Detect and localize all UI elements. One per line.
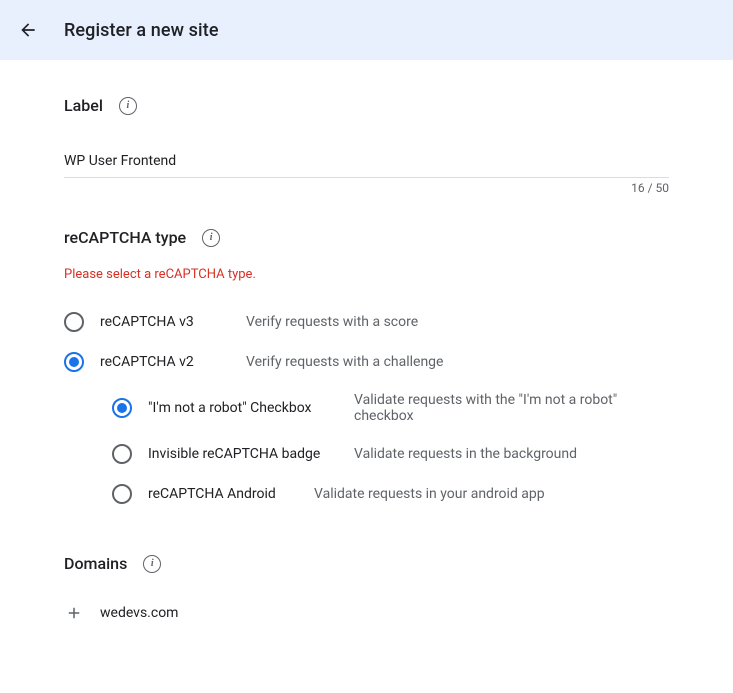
radio-button-icon	[64, 352, 84, 372]
label-char-count: 16 / 50	[631, 181, 669, 195]
page-title: Register a new site	[64, 20, 219, 41]
radio-button-inner-icon	[69, 357, 79, 367]
radio-v2-invisible[interactable]: Invisible reCAPTCHA badge Validate reque…	[64, 434, 669, 474]
radio-button-inner-icon	[117, 403, 127, 413]
radio-button-icon	[64, 312, 84, 332]
domain-add-row: wedevs.com	[64, 593, 669, 633]
radio-hint: Validate requests in your android app	[314, 486, 545, 502]
domain-item[interactable]: wedevs.com	[100, 605, 178, 621]
domains-section: Domains i wedevs.com	[64, 554, 669, 633]
radio-label: reCAPTCHA v3	[100, 314, 230, 330]
plus-icon[interactable]	[64, 603, 84, 623]
radio-label: reCAPTCHA v2	[100, 354, 230, 370]
radio-label: "I'm not a robot" Checkbox	[148, 400, 338, 416]
radio-v2-checkbox[interactable]: "I'm not a robot" Checkbox Validate requ…	[64, 382, 669, 434]
radio-v2-android[interactable]: reCAPTCHA Android Validate requests in y…	[64, 474, 669, 514]
radio-hint: Verify requests with a score	[246, 314, 418, 330]
info-icon[interactable]: i	[119, 97, 137, 115]
label-section-title: Label	[64, 96, 103, 115]
radio-recaptcha-v2[interactable]: reCAPTCHA v2 Verify requests with a chal…	[64, 342, 669, 382]
domains-section-header: Domains i	[64, 554, 669, 573]
radio-button-icon	[112, 444, 132, 464]
info-icon[interactable]: i	[202, 229, 220, 247]
radio-button-icon	[112, 398, 132, 418]
recaptcha-error-text: Please select a reCAPTCHA type.	[64, 267, 669, 282]
radio-recaptcha-v3[interactable]: reCAPTCHA v3 Verify requests with a scor…	[64, 302, 669, 342]
recaptcha-section-title: reCAPTCHA type	[64, 228, 186, 247]
radio-label: reCAPTCHA Android	[148, 486, 298, 502]
recaptcha-section-header: reCAPTCHA type i	[64, 228, 669, 247]
content-area: Label i 16 / 50 reCAPTCHA type i Please …	[0, 60, 733, 693]
radio-label: Invisible reCAPTCHA badge	[148, 446, 338, 462]
label-input[interactable]	[64, 145, 669, 178]
radio-button-icon	[112, 484, 132, 504]
label-section: Label i 16 / 50	[64, 96, 669, 178]
label-section-header: Label i	[64, 96, 669, 115]
info-icon[interactable]: i	[143, 555, 161, 573]
back-arrow-icon[interactable]	[16, 18, 40, 42]
domains-section-title: Domains	[64, 554, 127, 573]
page-header: Register a new site	[0, 0, 733, 60]
radio-hint: Validate requests in the background	[354, 446, 577, 462]
recaptcha-radio-group: reCAPTCHA v3 Verify requests with a scor…	[64, 302, 669, 514]
radio-hint: Validate requests with the "I'm not a ro…	[354, 392, 669, 424]
label-input-container: 16 / 50	[64, 145, 669, 178]
radio-hint: Verify requests with a challenge	[246, 354, 443, 370]
recaptcha-type-section: reCAPTCHA type i Please select a reCAPTC…	[64, 228, 669, 514]
